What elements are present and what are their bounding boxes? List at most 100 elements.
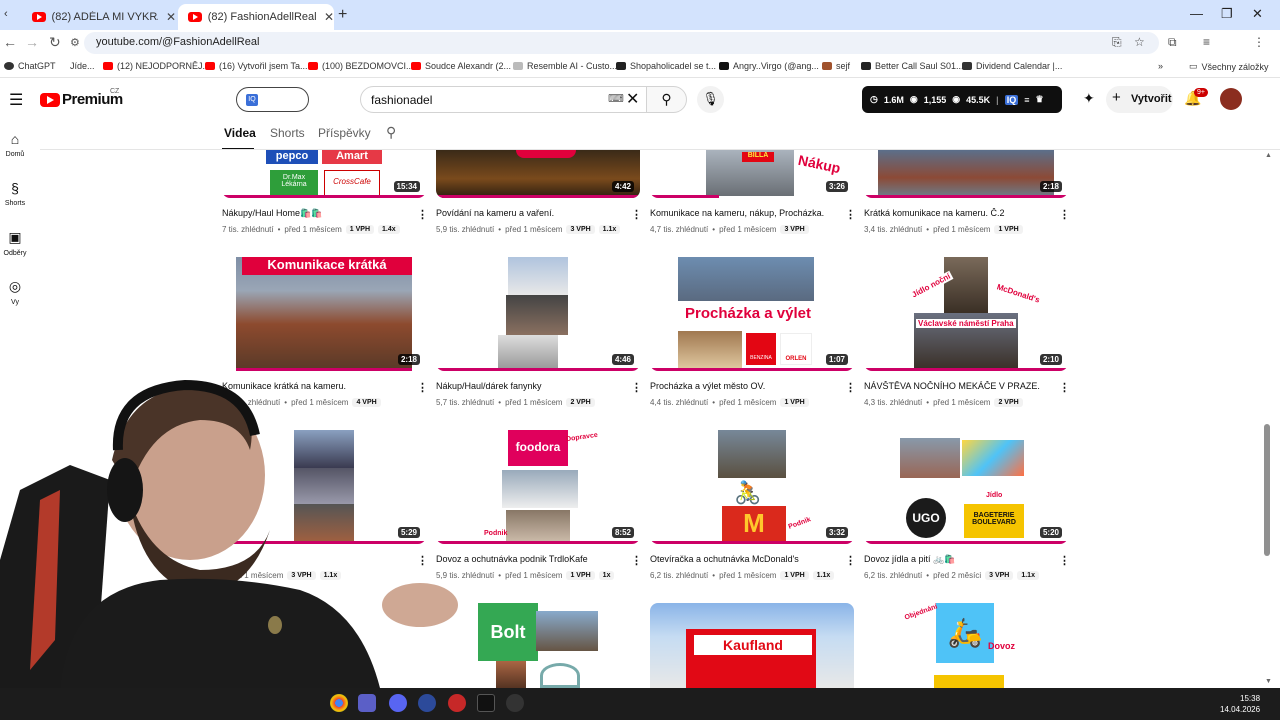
search-input[interactable]: fashionadel	[360, 86, 647, 113]
close-tab-icon[interactable]: ✕	[324, 10, 334, 24]
more-options-icon[interactable]: ⋮	[1059, 208, 1070, 221]
more-options-icon[interactable]: ⋮	[1059, 554, 1070, 567]
video-title[interactable]: Nákup/Haul/dárek fanynky	[436, 381, 626, 391]
bookmark-item[interactable]: (16) Vytvořil jsem Ta...	[205, 61, 308, 71]
tab-scroll-left-icon[interactable]: ‹	[4, 8, 8, 20]
chrome-menu-icon[interactable]: ⋮	[1253, 35, 1265, 49]
extension-puzzle-icon[interactable]: ✦	[1083, 90, 1095, 107]
video-thumbnail[interactable]: UGO BAGETERIE BOULEVARD Jídlo 5:20	[864, 430, 1068, 544]
video-thumbnail[interactable]: Jídlo noční McDonald's Václavské náměstí…	[864, 257, 1068, 371]
extension-icon[interactable]: IQ	[1004, 94, 1019, 105]
video-title[interactable]: Nákupy/Haul Home🛍️🛍️	[222, 208, 412, 219]
tab-videos[interactable]: Videa	[224, 126, 256, 140]
video-title[interactable]: Otevíračka a ochutnávka McDonald's	[650, 554, 840, 564]
extensions-icon[interactable]: ⧉	[1168, 35, 1177, 50]
video-thumbnail[interactable]: BILLA Nákup 3:26	[650, 150, 854, 198]
scroll-down-icon[interactable]: ▼	[1265, 678, 1272, 685]
taskbar-clock-time[interactable]: 15:38	[1240, 694, 1260, 703]
keyboard-icon[interactable]: ⌨	[608, 92, 624, 105]
app-taskbar-icon[interactable]	[418, 694, 436, 712]
bookmark-item[interactable]: Dividend Calendar |...	[962, 61, 1062, 71]
bookmark-item[interactable]: (12) NEJODPORNĚJ...	[103, 61, 210, 71]
bookmark-item[interactable]: ChatGPT	[4, 61, 56, 71]
more-options-icon[interactable]: ⋮	[417, 208, 428, 221]
back-button[interactable]: ←	[3, 34, 17, 50]
address-bar[interactable]: youtube.com/@FashionAdellReal	[84, 32, 1159, 54]
chrome-taskbar-icon[interactable]	[330, 694, 348, 712]
trophy-icon[interactable]: ♛	[1035, 94, 1043, 105]
capcut-taskbar-icon[interactable]	[477, 694, 495, 712]
browser-tab-2-active[interactable]: (82) FashionAdellReal - YouTub ✕	[178, 4, 334, 30]
more-options-icon[interactable]: ⋮	[631, 208, 642, 221]
bookmark-item[interactable]: sejf	[822, 61, 850, 71]
more-options-icon[interactable]: ⋮	[845, 381, 856, 394]
list-icon[interactable]: ≡	[1024, 95, 1029, 105]
discord-taskbar-icon[interactable]	[389, 694, 407, 712]
video-thumbnail[interactable]: 🚴 M Podnik 3:32	[650, 430, 854, 544]
bookmark-item[interactable]: Angry..Virgo (@ang...	[719, 61, 819, 71]
video-thumbnail[interactable]: Bolt	[436, 603, 640, 688]
video-title[interactable]: Krátká komunikace na kameru. Č.2	[864, 208, 1054, 218]
minimize-button[interactable]: —	[1190, 6, 1203, 21]
create-button[interactable]: + Vytvořit	[1106, 86, 1173, 113]
hamburger-menu-icon[interactable]: ☰	[9, 90, 23, 110]
video-thumbnail[interactable]: 4:46	[436, 257, 640, 371]
search-button[interactable]: ⚲	[646, 86, 687, 113]
close-tab-icon[interactable]: ✕	[166, 10, 176, 24]
video-thumbnail[interactable]: 2:18	[864, 150, 1068, 198]
bookmark-item[interactable]: Better Call Saul S01...	[861, 61, 964, 71]
voice-search-button[interactable]: 🎙	[697, 86, 724, 113]
video-thumbnail[interactable]: Kaufland	[650, 603, 854, 688]
rail-item-home[interactable]: ⌂ Domů	[0, 131, 30, 158]
bookmark-item[interactable]: Resemble AI - Custo...	[513, 61, 617, 71]
rail-item-you[interactable]: ◎ Vy	[0, 278, 30, 306]
more-options-icon[interactable]: ⋮	[631, 554, 642, 567]
tab-shorts[interactable]: Shorts	[270, 126, 305, 140]
bookmark-item[interactable]: Soudce Alexandr (2...	[411, 61, 511, 71]
video-thumbnail[interactable]: foodora Dopravce Podnik 8:52	[436, 430, 640, 544]
video-title[interactable]: Dovoz a ochutnávka podnik TrdloKafe	[436, 554, 626, 564]
extension-pill[interactable]: IQ	[236, 87, 309, 112]
rail-item-shorts[interactable]: § Shorts	[0, 180, 30, 207]
close-window-button[interactable]: ✕	[1252, 6, 1263, 22]
tab-posts[interactable]: Příspěvky	[318, 126, 371, 140]
channel-stats-widget[interactable]: ◷ 1.6M ◉ 1,155 ◉ 45.5K | IQ ≡ ♛	[862, 86, 1062, 113]
more-options-icon[interactable]: ⋮	[845, 554, 856, 567]
more-options-icon[interactable]: ⋮	[845, 208, 856, 221]
video-title[interactable]: Dovoz jídla a pití 🚲🛍️	[864, 554, 1054, 565]
install-app-icon[interactable]: ⎘	[1112, 35, 1122, 50]
video-thumbnail[interactable]: Procházka a výlet BENZINA ORLEN 1:07	[650, 257, 854, 371]
bookmark-item[interactable]: Jíde...	[70, 61, 95, 71]
more-options-icon[interactable]: ⋮	[1059, 381, 1070, 394]
scroll-up-icon[interactable]: ▲	[1265, 152, 1272, 159]
new-tab-button[interactable]: +	[338, 6, 347, 24]
video-thumbnail[interactable]: 🛵 Objednání Dovoz	[864, 603, 1068, 688]
rail-item-subscriptions[interactable]: ▣ Odběry	[0, 229, 30, 257]
bookmark-star-icon[interactable]: ☆	[1134, 35, 1145, 49]
clear-search-icon[interactable]: ✕	[626, 89, 639, 109]
user-avatar[interactable]	[1220, 88, 1242, 110]
app-taskbar-icon[interactable]	[448, 694, 466, 712]
more-options-icon[interactable]: ⋮	[631, 381, 642, 394]
obs-taskbar-icon[interactable]	[506, 694, 524, 712]
site-info-icon[interactable]: ⚙	[70, 36, 80, 49]
video-thumbnail[interactable]: Komunikace krátká 2:18	[222, 257, 426, 371]
youtube-logo-icon[interactable]	[40, 93, 60, 107]
reload-button[interactable]: ↻	[49, 34, 61, 51]
forward-button[interactable]: →	[25, 34, 39, 50]
video-title[interactable]: Procházka a výlet město OV.	[650, 381, 840, 391]
bookmark-item[interactable]: (100) BEZDOMOVCI...	[308, 61, 414, 71]
teams-taskbar-icon[interactable]	[358, 694, 376, 712]
bookmarks-overflow-icon[interactable]: »	[1158, 61, 1163, 71]
page-scrollbar-thumb[interactable]	[1264, 424, 1270, 556]
browser-tab-1[interactable]: (82) ADÉLA MI VYKRÁDÁ NÁHL ✕	[22, 4, 176, 30]
taskbar-clock-date[interactable]: 14.04.2026	[1220, 705, 1260, 714]
video-title[interactable]: Komunikace na kameru, nákup, Procházka.	[650, 208, 840, 218]
page-scrollbar-track[interactable]	[1264, 150, 1272, 685]
all-bookmarks-folder[interactable]: ▭ Všechny záložky	[1189, 61, 1269, 72]
video-title[interactable]: NÁVŠTĚVA NOČNÍHO MEKÁČE V PRAZE.	[864, 381, 1054, 391]
video-thumbnail[interactable]: 4:42	[436, 150, 640, 198]
reading-list-icon[interactable]: ≡	[1203, 35, 1210, 49]
maximize-button[interactable]: ❐	[1221, 6, 1233, 22]
bookmark-item[interactable]: Shopaholicadel se t...	[616, 61, 716, 71]
